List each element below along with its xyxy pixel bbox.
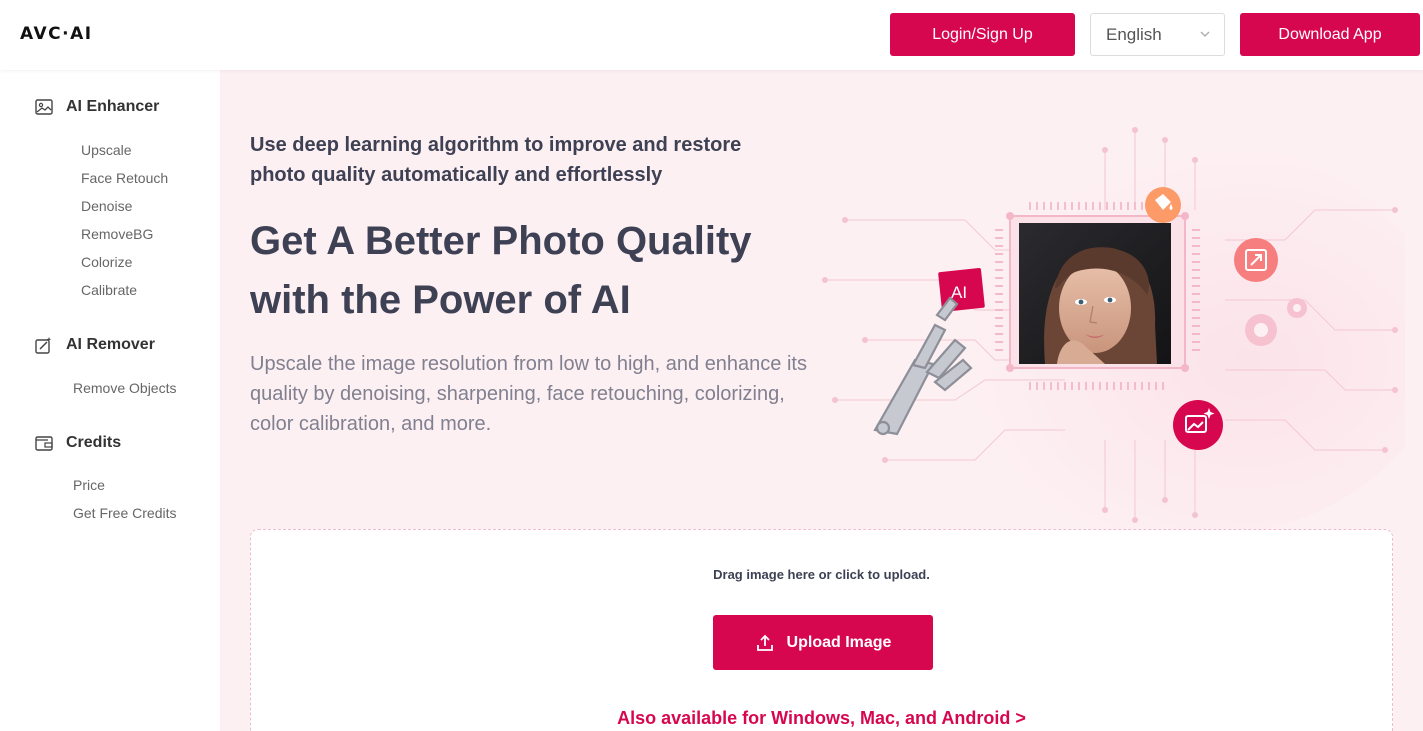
hero-illustration: AI: [822, 127, 1405, 530]
upload-button-label: Upload Image: [786, 633, 892, 651]
image-icon: [35, 99, 53, 115]
sidebar: AI Enhancer Upscale Face Retouch Denoise…: [0, 70, 220, 731]
sidebar-item-denoise[interactable]: Denoise: [81, 198, 132, 214]
sidebar-section-label: AI Remover: [66, 336, 155, 353]
sidebar-item-face-retouch[interactable]: Face Retouch: [81, 170, 168, 186]
ai-badge-text: AI: [951, 283, 967, 302]
sidebar-item-removebg[interactable]: RemoveBG: [81, 226, 153, 242]
sidebar-item-upscale[interactable]: Upscale: [81, 142, 132, 158]
sidebar-section-credits[interactable]: Credits: [34, 433, 121, 453]
sidebar-item-remove-objects[interactable]: Remove Objects: [73, 380, 176, 396]
portrait-photo: [1019, 223, 1171, 364]
sidebar-section-label: AI Enhancer: [66, 98, 160, 115]
magic-edit-icon: [35, 337, 52, 354]
hero-headline: Get A Better Photo Quality with the Powe…: [250, 219, 752, 322]
main-content: Use deep learning algorithm to improve a…: [220, 70, 1423, 731]
logo[interactable]: AVC·AI: [20, 24, 93, 44]
download-app-button[interactable]: Download App: [1240, 13, 1420, 56]
language-select[interactable]: English: [1090, 13, 1225, 56]
sidebar-item-get-free-credits[interactable]: Get Free Credits: [73, 505, 176, 521]
hero-tagline: Use deep learning algorithm to improve a…: [250, 134, 742, 186]
hero-description: Upscale the image resolution from low to…: [250, 353, 807, 435]
sidebar-section-ai-remover[interactable]: AI Remover: [34, 335, 155, 355]
upload-image-button[interactable]: Upload Image: [713, 615, 933, 670]
login-signup-button[interactable]: Login/Sign Up: [890, 13, 1075, 56]
upload-icon: [756, 634, 773, 651]
sidebar-item-colorize[interactable]: Colorize: [81, 254, 132, 270]
sidebar-section-ai-enhancer[interactable]: AI Enhancer: [34, 97, 159, 117]
sidebar-item-calibrate[interactable]: Calibrate: [81, 282, 137, 298]
drag-instruction: Drag image here or click to upload.: [713, 567, 930, 582]
platforms-link[interactable]: Also available for Windows, Mac, and And…: [251, 708, 1392, 729]
language-value: English: [1106, 24, 1162, 44]
top-header: AVC·AI Login/Sign Up English Download Ap…: [0, 0, 1423, 70]
wallet-icon: [35, 436, 53, 451]
chevron-down-icon: [1200, 31, 1210, 37]
sidebar-section-label: Credits: [66, 434, 122, 451]
sidebar-item-price[interactable]: Price: [73, 477, 105, 493]
upload-dropzone[interactable]: Drag image here or click to upload. Uplo…: [250, 529, 1393, 731]
